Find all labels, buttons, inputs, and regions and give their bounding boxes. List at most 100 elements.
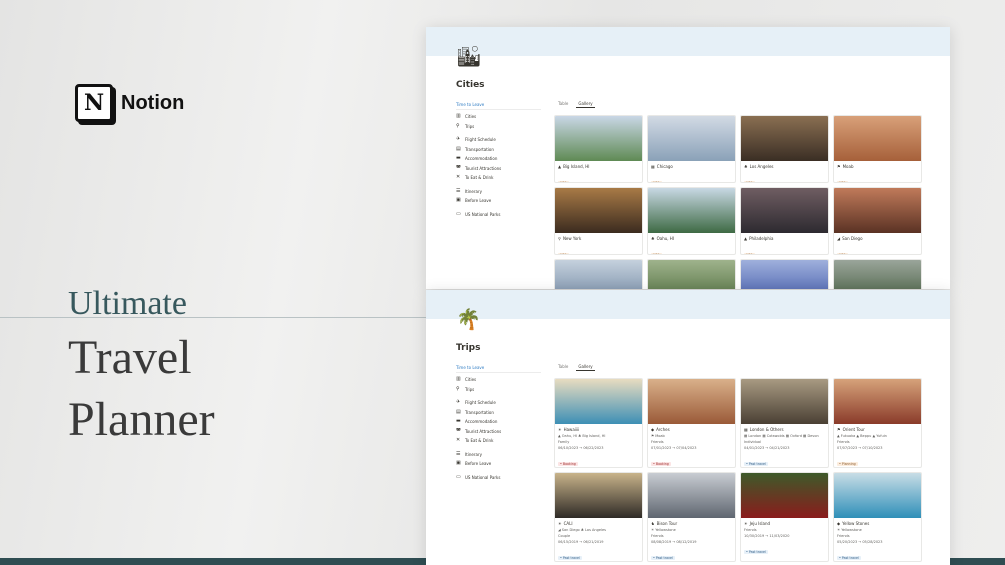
toc-item-label: To Eat & Drink xyxy=(465,438,494,443)
card-property: 07/01/2023 → 07/04/2023 xyxy=(651,446,697,450)
toc-link[interactable]: ✕ To Eat & Drink xyxy=(456,436,541,446)
toc-link[interactable]: ▣ Before Leave xyxy=(456,196,541,206)
table-of-contents: Time to Leave ▥ Cities ⚲ Trips ✈ Flight Schedu… xyxy=(456,102,541,219)
status-badge: • Planning xyxy=(837,462,858,466)
card-property: ☀ Yellowstone xyxy=(651,528,676,532)
gallery-card[interactable] xyxy=(740,259,829,289)
card-body: ◢ San Diego USA xyxy=(834,233,921,255)
card-cover-image xyxy=(834,379,921,424)
gallery-card[interactable]: ▦ Chicago USA xyxy=(647,115,736,183)
gallery-card[interactable]: ♞ Bison Tour ☀ Yellowstone Friends 08/08/201… xyxy=(647,472,736,562)
gallery-card[interactable]: ◢ San Diego USA xyxy=(833,187,922,255)
card-title-text: New York xyxy=(562,236,582,241)
toc-link[interactable]: ▭ US National Parks xyxy=(456,210,541,220)
gallery-card[interactable]: ⚲ New York USA xyxy=(554,187,643,255)
country-tag: USA xyxy=(651,181,662,183)
card-property: ▦ London ▦ Cotswolds ▦ Oxford ▦ Devon xyxy=(744,434,819,438)
card-property: Individual xyxy=(744,440,762,444)
gallery-card[interactable]: ▦ London & Others ▦ London ▦ Cotswolds ▦ O… xyxy=(740,378,829,468)
toc-item-icon: ◚ xyxy=(456,427,461,434)
gallery-card[interactable]: ⚑ Orient Tour ▲ Fukuoka ▲ Beppu ▲ Yufuin Fr… xyxy=(833,378,922,468)
gallery-card[interactable]: ♣ Los Angeles USA xyxy=(740,115,829,183)
hero-line-travel: Travel xyxy=(68,331,192,384)
toc-link[interactable]: ▬ Accommodation xyxy=(456,154,541,164)
city-buildings-icon[interactable]: 🏙 xyxy=(456,44,481,68)
country-tag: USA xyxy=(744,181,755,183)
gallery-card[interactable]: ⚑ Moab USA xyxy=(833,115,922,183)
toc-heading[interactable]: Time to Leave xyxy=(456,365,541,373)
toc-link[interactable]: ✈ Flight Schedule xyxy=(456,398,541,408)
status-badge: • Booking xyxy=(651,462,671,466)
country-tag: USA xyxy=(651,253,662,255)
card-cover-image xyxy=(834,473,921,518)
gallery-card[interactable]: ◆ Arches ⚑ Moab Friends 07/01/2023 → 07/04/2… xyxy=(647,378,736,468)
card-title-icon: ▦ xyxy=(744,427,748,432)
toc-item-icon: ▭ xyxy=(456,473,461,480)
tab-table[interactable]: Table xyxy=(556,363,570,371)
toc-link[interactable]: ✕ To Eat & Drink xyxy=(456,173,541,183)
gallery-card[interactable] xyxy=(554,259,643,289)
country-tag: USA xyxy=(558,181,569,183)
page-title: Cities xyxy=(456,80,485,90)
status-badge: • Past travel xyxy=(651,556,675,560)
toc-item-label: Flight Schedule xyxy=(465,400,496,405)
card-cover-image xyxy=(834,116,921,161)
toc-link[interactable]: ▤ Transportation xyxy=(456,145,541,155)
card-property: 06/15/2019 → 06/21/2019 xyxy=(558,540,604,544)
toc-item-label: Tourist Attractions xyxy=(465,165,502,171)
card-body: ⚑ Orient Tour ▲ Fukuoka ▲ Beppu ▲ Yufuin Fr… xyxy=(834,424,921,467)
card-property: ☀ Yellowstone xyxy=(837,528,862,532)
card-title-text: Jeju Island xyxy=(749,521,771,526)
gallery-card[interactable]: ♣ Oahu, HI USA xyxy=(647,187,736,255)
card-title-icon: ⚑ xyxy=(837,427,841,432)
toc-item-label: Flight Schedule xyxy=(465,137,496,142)
card-cover-image xyxy=(555,379,642,424)
notion-logo-icon: N xyxy=(75,84,113,122)
gallery-card[interactable] xyxy=(833,259,922,289)
gallery-card[interactable]: ◆ Yellow Stones ☀ Yellowstone Friends 05/20/… xyxy=(833,472,922,562)
view-tabs: Table Gallery xyxy=(556,100,595,108)
tab-gallery[interactable]: Gallery xyxy=(576,363,595,371)
toc-item-label: Tourist Attractions xyxy=(465,428,502,434)
card-property: Friends xyxy=(837,534,850,538)
toc-link[interactable]: ⚲ Trips xyxy=(456,385,541,395)
toc-link[interactable]: ☰ Itinerary xyxy=(456,450,541,460)
toc-link[interactable]: ✈ Flight Schedule xyxy=(456,135,541,145)
toc-link[interactable]: ◚ Tourist Attractions xyxy=(456,164,541,174)
country-tag: USA xyxy=(837,253,848,255)
gallery-card[interactable]: ☀ CALI ◢ San Diego ♣ Los Angeles Couple 06/1… xyxy=(554,472,643,562)
card-title-text: Chicago xyxy=(656,164,673,169)
cities-gallery: ▲ Big Island, HI USA ▦ Chicago USA ♣ Los Angele… xyxy=(554,115,922,289)
card-property: 06/10/2023 → 06/22/2023 xyxy=(558,446,604,450)
gallery-card[interactable]: ☀ Jeju Island Friends 10/30/2019 → 11/03/20… xyxy=(740,472,829,562)
toc-heading[interactable]: Time to Leave xyxy=(456,102,541,110)
card-body: ♣ Oahu, HI USA xyxy=(648,233,735,255)
toc-link[interactable]: ☰ Itinerary xyxy=(456,187,541,197)
toc-link[interactable]: ▤ Transportation xyxy=(456,408,541,418)
palm-tree-icon[interactable]: 🌴 xyxy=(456,307,481,331)
gallery-card[interactable]: ▲ Philadelphia USA xyxy=(740,187,829,255)
toc-link[interactable]: ▥ Cities xyxy=(456,112,541,122)
toc-item-label: Before Leave xyxy=(465,198,492,203)
gallery-card[interactable] xyxy=(647,259,736,289)
toc-item-icon: ▥ xyxy=(456,376,461,382)
hero-line-ultimate: Ultimate xyxy=(68,285,187,322)
card-body: ☀ CALI ◢ San Diego ♣ Los Angeles Couple 06/1… xyxy=(555,518,642,561)
gallery-card[interactable]: ☀ Hawaiiii ▲ Oahu, HI ♣ Big Island, HI Fami… xyxy=(554,378,643,468)
toc-link[interactable]: ▬ Accommodation xyxy=(456,417,541,427)
card-title: ♣ Oahu, HI xyxy=(651,236,732,241)
card-title-icon: ◢ xyxy=(837,236,841,241)
toc-link[interactable]: ▥ Cities xyxy=(456,375,541,385)
toc-link[interactable]: ⚲ Trips xyxy=(456,122,541,132)
gallery-card[interactable]: ▲ Big Island, HI USA xyxy=(554,115,643,183)
toc-link[interactable]: ▭ US National Parks xyxy=(456,473,541,483)
card-title: ▲ Philadelphia xyxy=(744,236,825,241)
toc-link[interactable]: ▣ Before Leave xyxy=(456,459,541,469)
table-of-contents: Time to Leave ▥ Cities ⚲ Trips ✈ Flight Schedu… xyxy=(456,365,541,482)
toc-link[interactable]: ◚ Tourist Attractions xyxy=(456,427,541,437)
trips-gallery: ☀ Hawaiiii ▲ Oahu, HI ♣ Big Island, HI Fami… xyxy=(554,378,922,562)
tab-gallery[interactable]: Gallery xyxy=(576,100,595,108)
toc-item-icon: ☰ xyxy=(456,450,461,457)
tab-table[interactable]: Table xyxy=(556,100,570,108)
card-title-icon: ◆ xyxy=(837,521,841,526)
